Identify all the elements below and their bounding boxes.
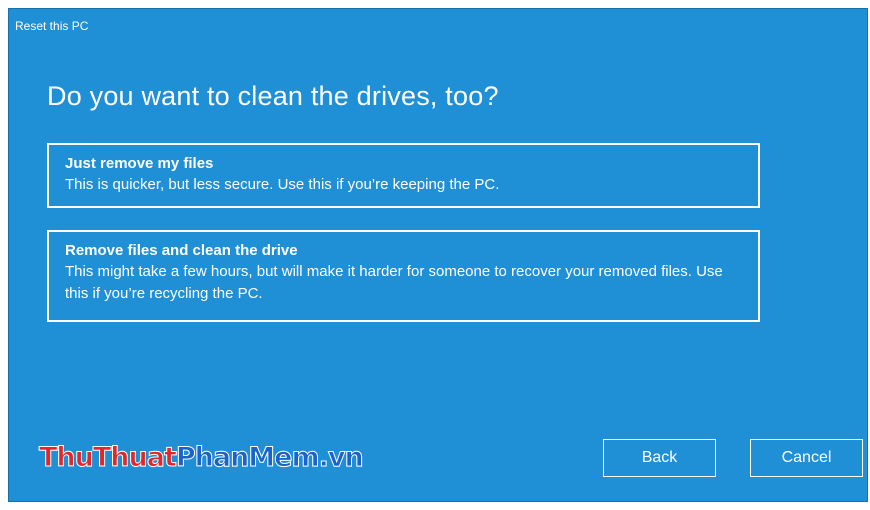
option-title: Just remove my files (65, 155, 214, 172)
watermark-logo: ThuThuatPhanMem.vn (39, 442, 365, 474)
window-title: Reset this PC (15, 19, 89, 33)
cancel-button[interactable]: Cancel (750, 439, 863, 477)
back-button[interactable]: Back (603, 439, 716, 477)
option-title: Remove files and clean the drive (65, 242, 298, 259)
option-description: This is quicker, but less secure. Use th… (65, 176, 500, 193)
reset-pc-window: Reset this PC Do you want to clean the d… (8, 8, 868, 502)
watermark-part-2: PhanMem (175, 442, 320, 474)
option-description: This might take a few hours, but will ma… (65, 263, 723, 302)
watermark-part-3: .vn (318, 442, 364, 474)
page-heading: Do you want to clean the drives, too? (47, 81, 499, 111)
option-just-remove-files[interactable]: Just remove my files This is quicker, bu… (47, 143, 760, 208)
watermark-part-1: ThuThuat (39, 442, 178, 474)
option-remove-and-clean[interactable]: Remove files and clean the drive This mi… (47, 230, 760, 322)
title-bar[interactable]: Reset this PC (9, 9, 867, 43)
